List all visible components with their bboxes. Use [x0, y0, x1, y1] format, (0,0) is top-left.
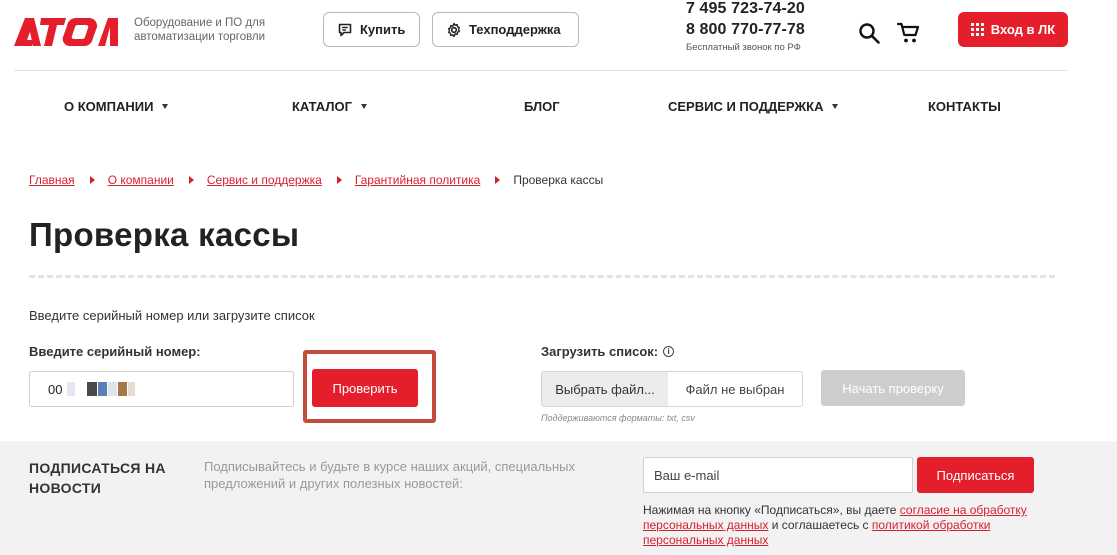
chat-icon [338, 23, 352, 36]
nav-item-service[interactable]: СЕРВИС И ПОДДЕРЖКА [668, 99, 839, 114]
breadcrumb-home[interactable]: Главная [29, 173, 75, 187]
caret-down-icon [162, 104, 169, 109]
subscribe-title: ПОДПИСАТЬСЯ НА НОВОСТИ [29, 460, 166, 496]
nav-item-label: СЕРВИС И ПОДДЕРЖКА [668, 99, 824, 114]
search-icon[interactable] [857, 21, 881, 45]
nav-item-label: БЛОГ [524, 99, 560, 114]
brand-tagline: Оборудование и ПО для автоматизации торг… [134, 17, 266, 43]
breadcrumb: Главная О компании Сервис и поддержка Га… [29, 173, 603, 187]
nav-item-company[interactable]: О КОМПАНИИ [64, 99, 169, 114]
subscribe-text: Подписывайтесь и будьте в курсе наших ак… [204, 459, 575, 491]
page-title: Проверка кассы [29, 216, 300, 253]
phone-free[interactable]: 8 800 770-77-78 [686, 21, 805, 39]
phone-note: Бесплатный звонок по РФ [686, 42, 801, 53]
login-button[interactable]: Вход в ЛК [958, 12, 1068, 47]
breadcrumb-arrow-icon [336, 176, 342, 184]
intro-text: Введите серийный номер или загрузите спи… [29, 308, 315, 323]
subscribe-section: ПОДПИСАТЬСЯ НА НОВОСТИ Подписывайтесь и … [0, 441, 1117, 555]
buy-button-label: Купить [360, 22, 406, 37]
nav-item-label: КАТАЛОГ [292, 99, 352, 114]
title-divider [29, 275, 1055, 278]
breadcrumb-warranty[interactable]: Гарантийная политика [355, 173, 481, 187]
phone-moscow[interactable]: 7 495 723-74-20 [686, 0, 805, 18]
serial-input[interactable]: 00 [29, 371, 294, 407]
breadcrumb-company[interactable]: О компании [108, 173, 174, 187]
formats-note: Поддерживаются форматы: txt, csv [541, 413, 695, 423]
serial-label: Введите серийный номер: [29, 344, 201, 359]
file-status: Файл не выбран [685, 381, 785, 397]
support-button[interactable]: Техподдержка [432, 12, 579, 47]
support-button-label: Техподдержка [469, 22, 561, 37]
consent-prefix: Нажимая на кнопку «Подписаться», вы дает… [643, 503, 900, 517]
breadcrumb-arrow-icon [89, 176, 95, 184]
header-divider [14, 70, 1068, 71]
login-button-label: Вход в ЛК [990, 22, 1056, 37]
email-input[interactable] [643, 457, 913, 493]
check-button[interactable]: Проверить [312, 369, 418, 407]
redacted-digits [66, 382, 136, 396]
buy-button[interactable]: Купить [323, 12, 420, 47]
caret-down-icon [832, 104, 839, 109]
subscribe-button[interactable]: Подписаться [917, 457, 1034, 493]
upload-label-text: Загрузить список: [541, 344, 659, 359]
info-icon[interactable]: i [663, 346, 675, 357]
start-check-button: Начать проверку [821, 370, 965, 406]
nav-item-blog[interactable]: БЛОГ [524, 99, 560, 114]
breadcrumb-arrow-icon [495, 176, 501, 184]
atol-logo[interactable] [14, 18, 118, 46]
nav-item-catalog[interactable]: КАТАЛОГ [292, 99, 367, 114]
cart-icon[interactable] [897, 22, 921, 44]
choose-file-button[interactable]: Выбрать файл... [542, 372, 668, 406]
breadcrumb-arrow-icon [188, 176, 194, 184]
gear-icon [447, 22, 461, 37]
consent-text: Нажимая на кнопку «Подписаться», вы дает… [643, 503, 1043, 548]
grid-icon [970, 23, 984, 36]
nav-item-label: О КОМПАНИИ [64, 99, 154, 114]
file-upload-field[interactable]: Выбрать файл... Файл не выбран [541, 371, 803, 407]
upload-label: Загрузить список: i [541, 344, 675, 359]
serial-value: 00 [48, 381, 63, 397]
breadcrumb-current: Проверка кассы [513, 173, 604, 187]
consent-middle: и соглашаетесь с [768, 518, 872, 532]
nav-item-contacts[interactable]: КОНТАКТЫ [928, 99, 1001, 114]
caret-down-icon [360, 104, 367, 109]
breadcrumb-service[interactable]: Сервис и поддержка [207, 173, 322, 187]
nav-item-label: КОНТАКТЫ [928, 99, 1001, 114]
